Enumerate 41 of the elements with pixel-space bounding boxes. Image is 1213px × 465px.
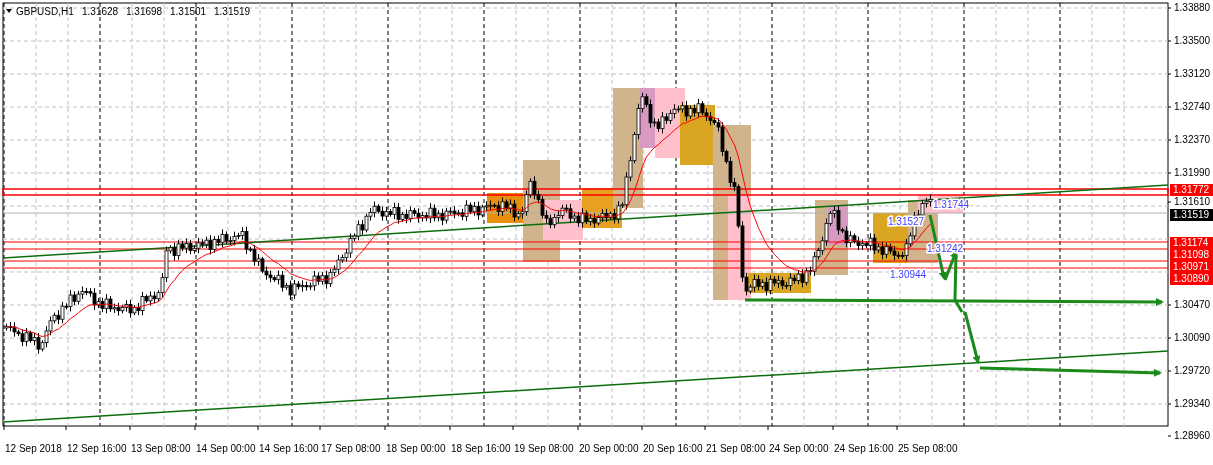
time-axis-label: 12 Sep 16:00: [67, 443, 127, 454]
time-axis-label: 24 Sep 00:00: [769, 443, 829, 454]
chart-symbol: GBPUSD,H1: [16, 6, 74, 17]
price-annotation: 1.31744: [933, 198, 970, 210]
time-axis-label: 19 Sep 08:00: [514, 443, 574, 454]
price-axis-label: 1.32370: [1174, 133, 1211, 145]
time-axis-label: 17 Sep 08:00: [321, 443, 381, 454]
price-axis-label: 1.29340: [1174, 397, 1211, 409]
time-axis-label: 21 Sep 08:00: [706, 443, 766, 454]
price-tag-text: 1.30971: [1173, 260, 1210, 272]
time-axis-label: 14 Sep 00:00: [196, 443, 256, 454]
time-axis-label: 18 Sep 16:00: [451, 443, 511, 454]
price-axis-label: 1.30090: [1174, 331, 1211, 343]
ohlc-value: 1.31628: [82, 6, 119, 17]
price-axis-label: 1.29720: [1174, 364, 1211, 376]
price-tag-text: 1.31772: [1173, 183, 1210, 195]
time-axis-label: 14 Sep 16:00: [259, 443, 319, 454]
ohlc-value: 1.31519: [214, 6, 251, 17]
time-axis-label: 20 Sep 00:00: [579, 443, 639, 454]
ohlc-value: 1.31501: [170, 6, 207, 17]
price-axis-label: 1.33880: [1174, 1, 1211, 13]
time-axis-label: 12 Sep 2018: [5, 443, 62, 454]
price-tag-text: 1.31174: [1173, 236, 1209, 248]
price-annotation: 1.30944: [890, 268, 927, 280]
dropdown-triangle-icon[interactable]: [6, 9, 12, 13]
ohlc-value: 1.31698: [126, 6, 163, 17]
price-axis-label: 1.31610: [1174, 195, 1211, 207]
time-axis-label: 13 Sep 08:00: [131, 443, 191, 454]
time-axis-label: 20 Sep 16:00: [643, 443, 703, 454]
price-tag-text: 1.30890: [1173, 272, 1210, 284]
time-axis-label: 24 Sep 16:00: [834, 443, 894, 454]
price-tag-text: 1.31098: [1173, 248, 1210, 260]
price-axis-label: 1.30470: [1174, 298, 1211, 310]
time-axis-label: 25 Sep 08:00: [898, 443, 958, 454]
price-axis-label: 1.31990: [1174, 166, 1211, 178]
price-axis-label: 1.33500: [1174, 34, 1211, 46]
price-axis-label: 1.33120: [1174, 67, 1211, 79]
price-axis-label: 1.32740: [1174, 100, 1211, 112]
price-tag-text: 1.31519: [1173, 208, 1210, 220]
time-axis-label: 18 Sep 00:00: [386, 443, 446, 454]
price-axis-label: 1.28960: [1174, 429, 1211, 441]
